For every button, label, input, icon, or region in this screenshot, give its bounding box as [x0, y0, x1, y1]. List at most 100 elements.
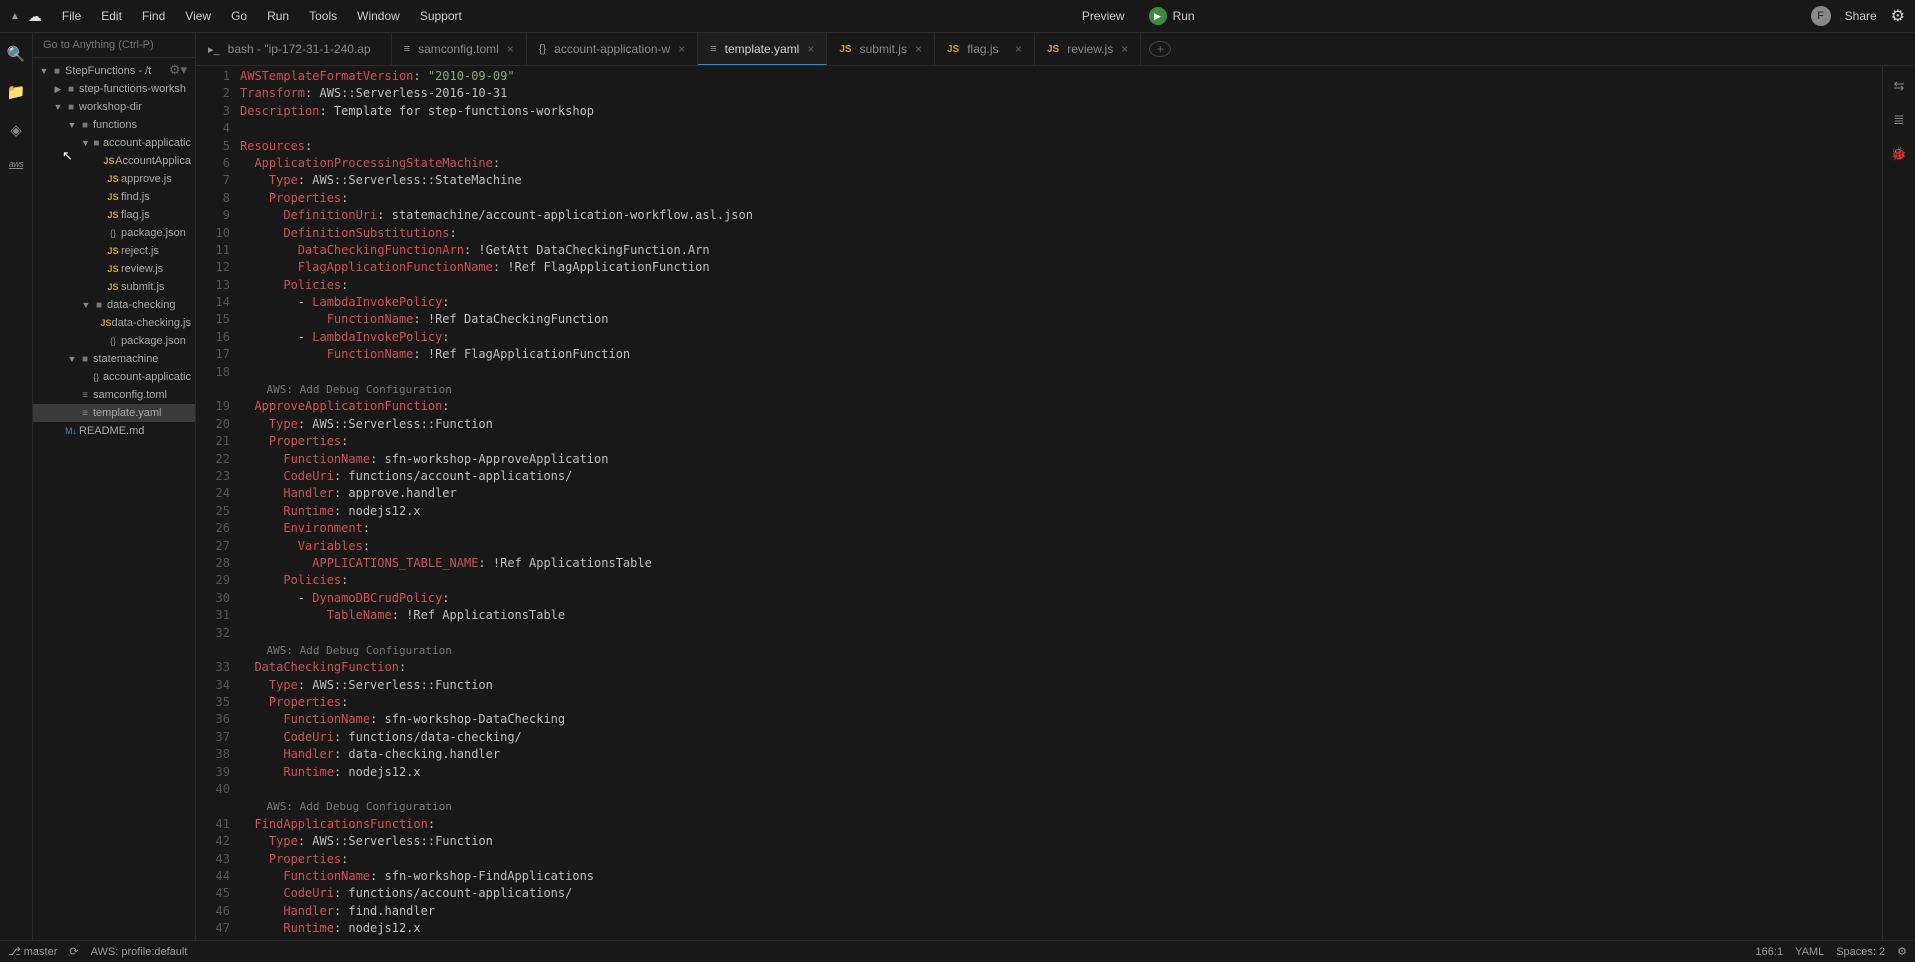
- chevron-icon: ▼: [67, 354, 77, 364]
- tab[interactable]: ≡template.yaml×: [698, 33, 827, 65]
- sync-icon[interactable]: ⟳: [69, 945, 78, 958]
- aws-icon[interactable]: aws: [9, 159, 24, 169]
- tab-label: flag.js: [967, 42, 998, 56]
- menu-edit[interactable]: Edit: [91, 3, 132, 29]
- menu-find[interactable]: Find: [132, 3, 175, 29]
- chevron-icon: ▼: [39, 66, 49, 76]
- folder-icon: ■: [90, 138, 103, 149]
- yaml-icon: ≡: [404, 43, 410, 55]
- folder-icon: ■: [77, 120, 93, 131]
- tree-item[interactable]: ▼■functions: [33, 116, 195, 134]
- new-tab-button[interactable]: +: [1149, 41, 1171, 57]
- tab[interactable]: ≡samconfig.toml×: [392, 33, 527, 65]
- close-icon[interactable]: ×: [507, 42, 514, 56]
- menu-indicator-icon[interactable]: ▲: [10, 11, 20, 22]
- code-content[interactable]: AWSTemplateFormatVersion: "2010-09-09"Tr…: [240, 66, 1882, 940]
- menubar: ▲ ☁ FileEditFindViewGoRunToolsWindowSupp…: [0, 0, 1915, 33]
- cursor-position[interactable]: 166:1: [1756, 946, 1784, 958]
- tab[interactable]: ▸_bash - "ip-172-31-1-240.ap: [196, 33, 392, 65]
- settings-gear-icon[interactable]: ⚙: [1897, 945, 1907, 958]
- tree-item[interactable]: JSdata-checking.js: [33, 314, 195, 332]
- tree-label: template.yaml: [93, 407, 161, 419]
- menu-go[interactable]: Go: [221, 3, 257, 29]
- branch-icon: ⎇: [8, 946, 21, 958]
- menu-view[interactable]: View: [175, 3, 221, 29]
- branch-indicator[interactable]: ⎇ master: [8, 945, 57, 958]
- tab-label: review.js: [1067, 42, 1113, 56]
- tree-item[interactable]: M↓README.md: [33, 422, 195, 440]
- json-icon: {}: [539, 43, 546, 55]
- tab[interactable]: JSreview.js×: [1035, 33, 1141, 65]
- aws-profile-indicator[interactable]: AWS: profile:default: [91, 946, 188, 958]
- tree-item[interactable]: JSAccountApplica: [33, 152, 195, 170]
- menu-tools[interactable]: Tools: [299, 3, 347, 29]
- tree-item[interactable]: JSflag.js: [33, 206, 195, 224]
- js-icon: JS: [105, 192, 121, 202]
- preview-button[interactable]: Preview: [1068, 4, 1139, 28]
- tree-item[interactable]: ▼■account-applicatic: [33, 134, 195, 152]
- menu-support[interactable]: Support: [410, 3, 472, 29]
- close-icon[interactable]: ×: [807, 42, 814, 56]
- gear-icon[interactable]: ⚙: [1891, 6, 1905, 26]
- cloud9-logo-icon[interactable]: ☁: [28, 8, 42, 25]
- line-gutter: 1234567891011121314151617181920212223242…: [196, 66, 240, 940]
- tree-label: step-functions-worksh: [79, 83, 186, 95]
- language-mode[interactable]: YAML: [1795, 946, 1824, 958]
- tree-item[interactable]: JSreject.js: [33, 242, 195, 260]
- close-icon[interactable]: ×: [915, 42, 922, 56]
- tree-item[interactable]: JSfind.js: [33, 188, 195, 206]
- goto-anything-input[interactable]: Go to Anything (Ctrl-P): [33, 33, 195, 58]
- chevron-icon: ▶: [53, 84, 63, 95]
- source-control-icon[interactable]: ◈: [10, 121, 22, 139]
- debug-icon[interactable]: 🐞: [1891, 146, 1907, 162]
- right-rail: ⇆ ≣ 🐞: [1882, 66, 1915, 940]
- tab[interactable]: JSsubmit.js×: [827, 33, 935, 65]
- tab-label: bash - "ip-172-31-1-240.ap: [228, 42, 371, 56]
- tree-item[interactable]: ▶■step-functions-worksh: [33, 80, 195, 98]
- tree-item[interactable]: {}package.json: [33, 332, 195, 350]
- play-icon: ▶: [1149, 7, 1167, 25]
- code-editor[interactable]: 1234567891011121314151617181920212223242…: [196, 66, 1882, 940]
- tab[interactable]: {}account-application-w×: [527, 33, 698, 65]
- tree-label: flag.js: [121, 209, 150, 221]
- tree-item[interactable]: JSreview.js: [33, 260, 195, 278]
- tree-item[interactable]: ▼■data-checking: [33, 296, 195, 314]
- js-icon: JS: [105, 282, 121, 292]
- menu-run[interactable]: Run: [257, 3, 299, 29]
- chevron-icon: ▼: [81, 138, 90, 148]
- tree-item[interactable]: ▼■workshop-dir: [33, 98, 195, 116]
- run-button[interactable]: ▶ Run: [1149, 7, 1195, 25]
- tree-gear-icon[interactable]: ⚙▾: [169, 62, 187, 78]
- menu-window[interactable]: Window: [347, 3, 410, 29]
- yaml-icon: ≡: [710, 43, 716, 55]
- search-icon[interactable]: 🔍: [7, 45, 26, 63]
- collab-icon[interactable]: ⇆: [1894, 78, 1905, 94]
- close-icon[interactable]: ×: [1121, 42, 1128, 56]
- folder-icon: ■: [63, 84, 79, 95]
- avatar[interactable]: F: [1811, 6, 1831, 26]
- tree-label: workshop-dir: [79, 101, 142, 113]
- indent-indicator[interactable]: Spaces: 2: [1836, 946, 1885, 958]
- tree-item[interactable]: JSapprove.js: [33, 170, 195, 188]
- folder-icon: ■: [63, 102, 79, 113]
- menu-file[interactable]: File: [52, 3, 91, 29]
- tree-item[interactable]: ≡template.yaml: [33, 404, 195, 422]
- js-icon: JS: [103, 156, 115, 166]
- run-label: Run: [1173, 9, 1195, 23]
- close-icon[interactable]: ×: [1015, 42, 1022, 56]
- folder-icon[interactable]: 📁: [7, 83, 26, 101]
- tree-label: AccountApplica: [115, 155, 191, 167]
- tab[interactable]: JSflag.js×: [935, 33, 1035, 65]
- folder-icon: ■: [49, 66, 65, 77]
- tree-item[interactable]: ≡samconfig.toml: [33, 386, 195, 404]
- tree-item[interactable]: {}account-applicatic: [33, 368, 195, 386]
- tree-item[interactable]: ▼■statemachine: [33, 350, 195, 368]
- chevron-icon: ▼: [53, 102, 63, 112]
- tree-label: package.json: [121, 227, 186, 239]
- outline-icon[interactable]: ≣: [1894, 112, 1905, 128]
- json-icon: {}: [105, 336, 121, 346]
- close-icon[interactable]: ×: [678, 42, 685, 56]
- tree-item[interactable]: {}package.json: [33, 224, 195, 242]
- tree-item[interactable]: JSsubmit.js: [33, 278, 195, 296]
- share-button[interactable]: Share: [1845, 9, 1877, 23]
